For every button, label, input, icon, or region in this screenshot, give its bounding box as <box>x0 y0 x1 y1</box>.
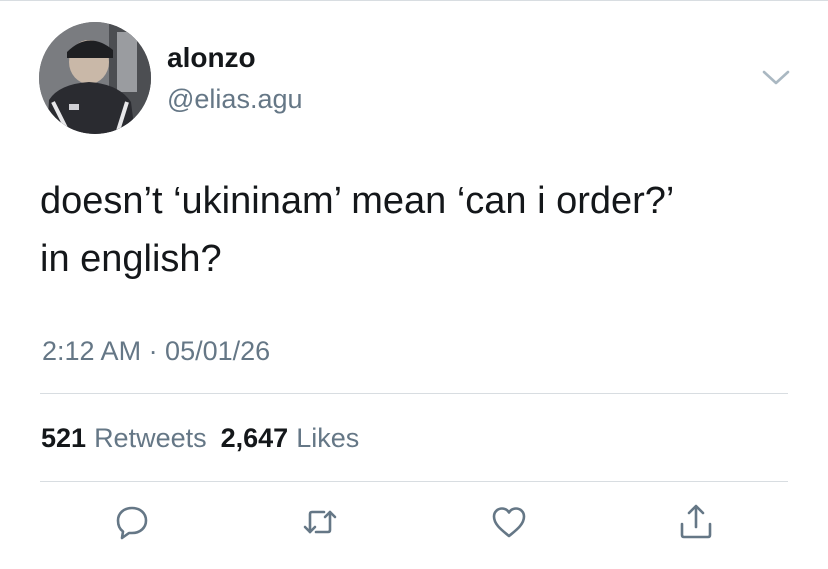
engagement-stats: 521 Retweets 2,647 Likes <box>41 421 359 455</box>
share-icon <box>680 504 712 539</box>
retweets-count[interactable]: 521 <box>41 423 86 453</box>
divider <box>40 481 788 482</box>
retweet-icon <box>303 510 337 534</box>
tweet-text: doesn’t ‘ukininam’ mean ‘can i order?’ i… <box>40 172 800 288</box>
user-handle[interactable]: @elias.agu <box>167 82 303 116</box>
timestamp[interactable]: 2:12 AM · 05/01/26 <box>42 334 270 368</box>
likes-count[interactable]: 2,647 <box>221 423 289 453</box>
reply-icon <box>116 506 148 540</box>
tweet-text-line: in english? <box>40 238 222 280</box>
likes-label[interactable]: Likes <box>296 423 359 453</box>
reply-button[interactable] <box>112 502 152 542</box>
retweets-label[interactable]: Retweets <box>94 423 207 453</box>
retweet-button[interactable] <box>300 502 340 542</box>
avatar-photo <box>39 22 151 134</box>
top-divider <box>0 0 828 1</box>
divider <box>40 393 788 394</box>
tweet-text-line: doesn’t ‘ukininam’ mean ‘can i order?’ <box>40 180 675 222</box>
avatar[interactable] <box>39 22 151 134</box>
share-button[interactable] <box>676 502 716 542</box>
heart-icon <box>492 507 526 538</box>
chevron-down-icon[interactable] <box>760 66 792 90</box>
like-button[interactable] <box>489 502 529 542</box>
display-name[interactable]: alonzo <box>167 41 256 75</box>
